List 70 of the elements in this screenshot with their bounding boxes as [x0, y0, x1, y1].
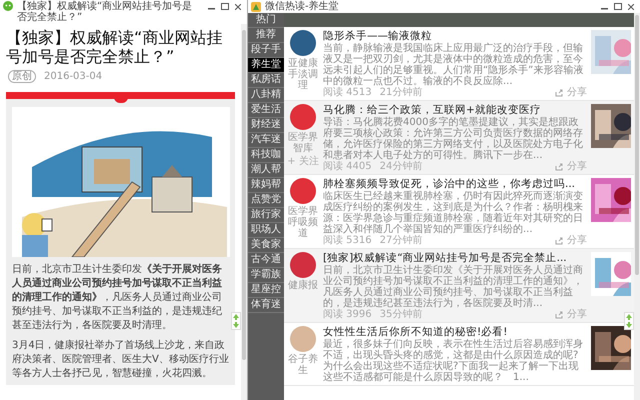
original-tag: 原创 [8, 70, 36, 83]
category-tab[interactable]: 热门 [248, 13, 284, 28]
feed-title[interactable]: 女性性生活后你所不知道的秘密!必看! [323, 326, 587, 339]
category-tab[interactable]: 潮人帮 [248, 163, 284, 178]
feed-summary: 导语：马化腾花费4000多字的笔墨提建议，其实是想跟政府要三项核心政策：允许第三方公司负责医疗数据的网络存储，允许医疗保险的第三方网络支付，以及医院处方电子化和患者对本人电子处方的可得性。腾讯下一步在... [323, 117, 583, 161]
feed-summary: 当前，静脉输液是我国临床上应用最广泛的治疗手段，但输液又是一把双刃剑，尤其是液体中的微粒造成的危害，至今远未引起人们的足够重视。人们常用“隐形杀手”来形容输液中的微粒一点也不过。输液的不良反应除... [323, 43, 584, 87]
category-tab[interactable]: 辣妈帮 [248, 178, 284, 193]
category-tab[interactable]: 养生堂 [248, 58, 284, 73]
avatar[interactable] [290, 30, 316, 56]
article-paragraph: 3月4日，健康报社举办了首场线上沙龙，来自政府决策者、医院管理者、医生大V、移动医疗行业等各方人士各抒己见，智慧碰撞，火花四溅。 [12, 339, 229, 381]
category-tab[interactable]: 私房话 [248, 73, 284, 88]
down-arrow-icon[interactable] [232, 321, 240, 329]
minimize-icon [208, 8, 215, 10]
feed-title[interactable]: 肺栓塞频频导致促死，诊治中的这些，你考虑过吗... [323, 178, 587, 191]
category-tab[interactable]: 推荐 [248, 28, 284, 43]
feed-title[interactable]: [独家]权威解读“商业网站挂号加号是否完全禁止... [323, 252, 587, 265]
close-icon [628, 4, 634, 10]
category-tab[interactable]: 汽车迷 [248, 133, 284, 148]
category-tab[interactable]: 美食家 [248, 238, 284, 253]
maximize-button[interactable] [218, 1, 231, 12]
maximize-icon [220, 3, 228, 10]
maximize-icon [614, 3, 622, 10]
category-tab[interactable]: 科技咖 [248, 148, 284, 163]
up-arrow-icon[interactable] [232, 313, 240, 321]
share-icon [555, 88, 563, 96]
feed-summary: 临床医生已经越来重视肺栓塞，仍时有因此猝死而逐渐演变成医疗纠纷的案例发生，这到底是为什么？作者：杨明槐来源：医学界急诊与重症频道肺栓塞，随着近年对其研究的日益深入和伴随几个举国皆知的严重医疗纠纷的... [323, 191, 583, 235]
share-icon [555, 310, 563, 318]
avatar[interactable] [290, 104, 316, 130]
avatar[interactable] [290, 178, 316, 204]
window-title: 【独家】权威解读“商业网站挂号加号是否完全禁止？” [17, 1, 194, 23]
category-tab[interactable]: 学霸族 [248, 268, 284, 283]
category-tab[interactable]: 爱生活 [248, 103, 284, 118]
app-icon [251, 2, 261, 12]
category-tab[interactable]: 旅行家 [248, 208, 284, 223]
post-time: 24分钟前 [380, 161, 422, 172]
up-arrow-icon[interactable] [625, 313, 633, 321]
read-count: 阅读 3996 [323, 309, 372, 320]
share-icon [555, 162, 563, 170]
article-title: 【独家】权威解读“商业网站挂号加号是否完全禁止？” [6, 28, 224, 66]
feed-title[interactable]: 隐形杀手——输液微粒 [323, 30, 587, 43]
minimize-icon [601, 8, 608, 10]
read-count: 阅读 4405 [323, 161, 372, 172]
article-paragraph: 日前，北京市卫生计生委印发《关于开展对医务人员通过商业公司预约挂号加号谋取不正当利益的清理工作的通知》，凡医务人员通过商业公司预约挂号、加号谋取不正当利益的，是违规违纪甚至违法行为，各医院要及时清理。 [12, 263, 223, 333]
feed-summary: 最近，很多妹子们向反映，表示在性生活过后容易感到浑身不适，出现头昏头疼的感觉，这都是由什么原因造成的呢?为什么会出现这些不适症状呢?下面我一起来了解一下出现这些不适感都可能是什么原因导致的呢？ 1... [323, 339, 584, 383]
read-count: 阅读 4513 [323, 87, 372, 98]
post-time: 35分钟前 [380, 309, 422, 320]
category-tab[interactable]: 星座控 [248, 283, 284, 298]
scrollbar[interactable] [634, 13, 640, 400]
post-time: 27分钟前 [380, 235, 422, 246]
scrollbar-thumb[interactable] [635, 15, 639, 275]
category-tab[interactable]: 古今通 [248, 253, 284, 268]
down-arrow-icon[interactable] [625, 321, 633, 329]
share-icon [555, 236, 563, 244]
category-tab[interactable]: 段子手 [248, 43, 284, 58]
category-tab[interactable]: 点赞党 [248, 193, 284, 208]
category-tab[interactable]: 职场人 [248, 223, 284, 238]
category-tab[interactable]: 八卦精 [248, 88, 284, 103]
category-tab[interactable]: 体育迷 [248, 298, 284, 313]
maximize-button[interactable] [611, 1, 624, 12]
window-title: 微信热读-养生堂 [265, 1, 339, 12]
category-tab[interactable]: 财经迷 [248, 118, 284, 133]
article-date: 2016-03-04 [44, 70, 102, 84]
read-count: 阅读 5316 [323, 235, 372, 246]
scrollbar-thumb[interactable] [242, 30, 246, 360]
feed-summary: 日前，北京市卫生计生委印发《关于开展对医务人员通过商业公司预约挂号加号谋取不正当利益的清理工作的通知》，凡医务人员通过商业公司预约挂号、加号谋取不正当利益的，是违规违纪甚至违法行为，各医院要及时清... [323, 265, 583, 309]
post-time: 21分钟前 [380, 87, 422, 98]
scrollbar[interactable] [241, 24, 247, 400]
avatar[interactable] [290, 252, 316, 278]
feed-title[interactable]: 马化腾：给三个政策，互联网+就能改变医疗 [323, 104, 587, 117]
close-icon [234, 4, 240, 10]
